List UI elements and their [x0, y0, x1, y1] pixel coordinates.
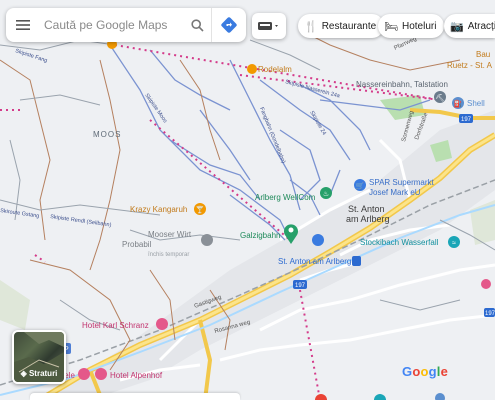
fork-knife-icon: 🍴 [304, 20, 318, 33]
logo-letter: g [428, 364, 437, 379]
transit-icon [258, 22, 278, 30]
search-button[interactable] [183, 8, 211, 42]
poi-label: Stockibach Wasserfall [360, 238, 439, 247]
poi-label: Galzigbahn [240, 231, 280, 240]
chip-label: Hoteluri [401, 20, 437, 32]
poi-label: închis temporar [147, 252, 189, 258]
poi-label: Shell [467, 99, 485, 108]
town-label: St. Anton [348, 204, 385, 214]
poi-label: Josef Mark eU [369, 188, 421, 197]
poi-label: Rodelalm [258, 65, 292, 74]
directions-button[interactable] [211, 8, 246, 42]
fuel-icon: ⛽ [454, 99, 463, 108]
town-label: am Arlberg [346, 214, 390, 224]
poi-label: Arlberg WellCom [255, 193, 316, 202]
search-icon [190, 18, 204, 32]
poi-label: Nassereinbahn, Talstation [356, 80, 448, 89]
poi-rodelalm[interactable]: Rodelalm [247, 64, 292, 74]
layers-label: ◈ Straturi [14, 369, 64, 378]
search-box [6, 8, 246, 42]
map-canvas[interactable]: 197 197 197 Gastigweg Rosanna weg Dorfst… [0, 0, 495, 400]
chip-attractions[interactable]: 📷 Atracți [444, 14, 495, 38]
poi-label: Hotel Karl Schranz [82, 321, 149, 330]
poi-label: Mooser Wirt [148, 230, 192, 239]
poi-label: Bau [476, 50, 490, 59]
poi-label: Probabil [122, 240, 152, 249]
hamburger-icon [16, 20, 30, 30]
chip-hotels[interactable]: 🛏 Hoteluri [378, 14, 445, 38]
transit-layer-toggle[interactable] [252, 13, 286, 39]
poi-label: Krazy Kangaruh [130, 205, 187, 214]
chip-label: Atracți [467, 20, 495, 32]
chip-label: Restaurante [321, 20, 377, 32]
layers-button[interactable]: ◈ Straturi [12, 330, 66, 384]
logo-letter: e [440, 364, 449, 379]
poi-label: Ruetz - St. A [447, 61, 493, 70]
layers-label-text: Straturi [28, 369, 58, 378]
poi-shell[interactable]: ⛽ Shell [452, 97, 485, 109]
poi-label: Hotel Alpenhof [110, 371, 163, 380]
search-input[interactable] [40, 18, 183, 32]
bar-icon: 🍸 [196, 205, 205, 214]
place-pin[interactable] [481, 279, 491, 289]
waterfall-icon: ≈ [452, 240, 456, 247]
shopping-cart-icon: 🛒 [356, 181, 365, 190]
google-logo: Google [402, 364, 448, 379]
road-197-label-b: 197 [295, 283, 306, 289]
poi-label: SPAR Supermarkt [369, 178, 435, 187]
gondola-icon: ⛏ [436, 94, 445, 102]
camera-icon: 📷 [450, 20, 464, 33]
bed-icon: 🛏 [384, 20, 398, 33]
area-label-moos: MOOS [93, 130, 121, 139]
layers-stack-icon: ◈ [20, 369, 29, 378]
bottom-panel[interactable] [30, 393, 240, 400]
road-197-label-a: 197 [461, 117, 472, 123]
chip-restaurants[interactable]: 🍴 Restaurante [298, 14, 385, 38]
wellness-icon: ♨ [323, 190, 329, 198]
logo-letter: o [420, 364, 429, 379]
poi-label: St. Anton am Arlberg [278, 257, 351, 266]
directions-icon [221, 17, 237, 33]
menu-button[interactable] [6, 8, 40, 42]
logo-letter: G [402, 364, 413, 379]
road-197-label-c: 197 [485, 311, 495, 317]
